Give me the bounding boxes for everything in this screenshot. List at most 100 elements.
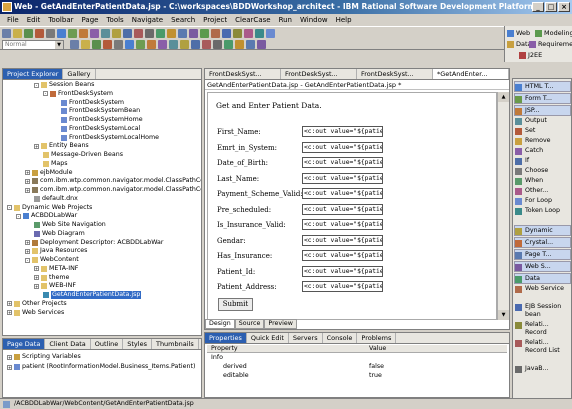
palette-item[interactable]: Crystal... bbox=[514, 237, 571, 248]
palette-item[interactable]: HTML T... bbox=[514, 81, 571, 92]
field-input[interactable]: <c:out value="${patientB bbox=[302, 172, 383, 184]
tree-node[interactable]: Web Site Navigation bbox=[25, 221, 106, 229]
palette-item[interactable]: Web S... bbox=[514, 261, 571, 272]
menu-navigate[interactable]: Navigate bbox=[128, 14, 167, 26]
expand-icon[interactable]: + bbox=[25, 187, 30, 193]
tree-node[interactable]: FrontDeskSystem bbox=[52, 99, 124, 107]
menu-edit[interactable]: Edit bbox=[23, 14, 45, 26]
tab-page-data[interactable]: Page Data bbox=[3, 339, 46, 349]
toolbar-button-icon[interactable] bbox=[2, 29, 11, 38]
menu-clearcase[interactable]: ClearCase bbox=[231, 14, 274, 26]
tab-quick-edit[interactable]: Quick Edit bbox=[247, 333, 289, 343]
expand-icon[interactable]: + bbox=[25, 170, 30, 176]
palette-item[interactable]: When bbox=[515, 177, 570, 185]
palette-item[interactable]: Other... bbox=[515, 187, 570, 195]
toolbar-button-icon[interactable] bbox=[114, 40, 123, 49]
tree-node[interactable]: + Other Projects bbox=[7, 300, 67, 308]
page-data-item[interactable]: + patient (RootInformationModel.Business_… bbox=[7, 363, 195, 371]
tree-node[interactable]: + Java Resources bbox=[25, 247, 87, 255]
toolbar-button-icon[interactable] bbox=[255, 29, 264, 38]
palette-item[interactable]: If bbox=[515, 157, 570, 165]
tree-node[interactable]: FrontDeskSystemBean bbox=[52, 107, 140, 115]
tree-node[interactable]: + Entity Beans bbox=[34, 142, 89, 150]
editor-tab[interactable]: *GetAndEnter... bbox=[433, 69, 509, 79]
tree-node[interactable]: + META-INF bbox=[34, 265, 78, 273]
field-input[interactable]: <c:out value="${patient bbox=[302, 265, 383, 277]
toolbar-button-icon[interactable] bbox=[70, 40, 79, 49]
tree-node[interactable]: - FrontDeskSystem bbox=[43, 90, 113, 98]
expand-icon[interactable]: + bbox=[25, 240, 30, 246]
toolbar-button-icon[interactable] bbox=[167, 29, 176, 38]
toolbar-button-icon[interactable] bbox=[101, 29, 110, 38]
tab-source[interactable]: Source bbox=[234, 319, 265, 329]
toolbar-button-icon[interactable] bbox=[112, 29, 121, 38]
perspective-modeling[interactable]: Modeling bbox=[535, 29, 572, 37]
toolbar-button-icon[interactable] bbox=[156, 29, 165, 38]
collapse-icon[interactable]: - bbox=[16, 213, 21, 219]
editor-tab[interactable]: FrontDeskSyst... bbox=[357, 69, 433, 79]
toolbar-button-icon[interactable] bbox=[235, 40, 244, 49]
tree-node[interactable]: + theme bbox=[34, 274, 69, 282]
toolbar-button-icon[interactable] bbox=[46, 29, 55, 38]
tab-problems[interactable]: Problems bbox=[357, 333, 397, 343]
expand-icon[interactable]: + bbox=[34, 143, 39, 149]
menu-help[interactable]: Help bbox=[332, 14, 356, 26]
palette-item[interactable]: Choose bbox=[515, 167, 570, 175]
toolbar-button-icon[interactable] bbox=[266, 29, 275, 38]
perspective-j2ee[interactable]: J2EE bbox=[519, 51, 542, 59]
tree-node[interactable]: Maps bbox=[34, 160, 68, 168]
palette-item[interactable]: Set bbox=[515, 127, 570, 135]
tree-node[interactable]: - ACBDDLabWar bbox=[16, 212, 77, 220]
menu-tools[interactable]: Tools bbox=[102, 14, 127, 26]
palette-item[interactable]: Page T... bbox=[514, 249, 571, 260]
palette-item[interactable]: Data bbox=[514, 273, 571, 284]
toolbar-button-icon[interactable] bbox=[68, 29, 77, 38]
property-row[interactable]: Info bbox=[207, 354, 507, 362]
toolbar-button-icon[interactable] bbox=[35, 29, 44, 38]
tree-node[interactable]: Web Diagram bbox=[25, 230, 85, 238]
palette-item[interactable]: Remove bbox=[515, 137, 570, 145]
toolbar-button-icon[interactable] bbox=[233, 29, 242, 38]
tree-node[interactable]: + com.ibm.wtp.common.navigator.model.Clas… bbox=[25, 177, 201, 185]
expand-icon[interactable]: + bbox=[25, 248, 30, 254]
expand-icon[interactable]: + bbox=[34, 266, 39, 272]
toolbar-button-icon[interactable] bbox=[123, 29, 132, 38]
palette-item[interactable]: Token Loop bbox=[515, 207, 570, 215]
tab-project-explorer[interactable]: Project Explorer bbox=[3, 69, 64, 79]
toolbar-button-icon[interactable] bbox=[180, 40, 189, 49]
tree-node[interactable]: - Session Beans bbox=[34, 81, 94, 89]
menu-run[interactable]: Run bbox=[275, 14, 296, 26]
palette-item[interactable]: Catch bbox=[515, 147, 570, 155]
expand-icon[interactable]: + bbox=[34, 275, 39, 281]
tree-node[interactable]: default.dnx bbox=[25, 195, 78, 203]
field-input[interactable]: <c:out value="${patient bbox=[302, 281, 383, 292]
toolbar-button-icon[interactable] bbox=[57, 29, 66, 38]
toolbar-button-icon[interactable] bbox=[244, 29, 253, 38]
tree-node[interactable]: - WebContent bbox=[25, 256, 79, 264]
tab-preview[interactable]: Preview bbox=[264, 319, 297, 329]
toolbar-button-icon[interactable] bbox=[145, 29, 154, 38]
tab-console[interactable]: Console bbox=[323, 333, 358, 343]
expand-icon[interactable]: + bbox=[7, 364, 12, 370]
tree-node[interactable]: FrontDeskSystemLocal bbox=[52, 125, 140, 133]
editor-tab[interactable]: FrontDeskSyst... bbox=[205, 69, 281, 79]
toolbar-button-icon[interactable] bbox=[125, 40, 134, 49]
submit-button[interactable]: Submit bbox=[218, 298, 253, 311]
editor-vertical-scrollbar[interactable]: ▲ ▼ bbox=[497, 92, 509, 320]
menu-page[interactable]: Page bbox=[78, 14, 103, 26]
toolbar-button-icon[interactable] bbox=[92, 40, 101, 49]
tree-node[interactable]: FrontDeskSystemHome bbox=[52, 116, 143, 124]
field-input[interactable]: <c:out value="${patient bbox=[302, 203, 383, 215]
toolbar-button-icon[interactable] bbox=[211, 29, 220, 38]
tab-servers[interactable]: Servers bbox=[289, 333, 323, 343]
palette-item[interactable]: For Loop bbox=[515, 197, 570, 205]
expand-icon[interactable]: + bbox=[7, 301, 12, 307]
toolbar-button-icon[interactable] bbox=[202, 40, 211, 49]
toolbar-button-icon[interactable] bbox=[103, 40, 112, 49]
field-input[interactable]: <c:out value="${patient bbox=[302, 141, 383, 153]
toolbar-button-icon[interactable] bbox=[81, 40, 90, 49]
collapse-icon[interactable]: - bbox=[25, 257, 30, 263]
field-input[interactable]: <c:out value="${patientB bbox=[302, 126, 383, 137]
palette-item[interactable]: Relati... Record bbox=[515, 321, 570, 337]
expand-icon[interactable]: + bbox=[7, 310, 12, 316]
